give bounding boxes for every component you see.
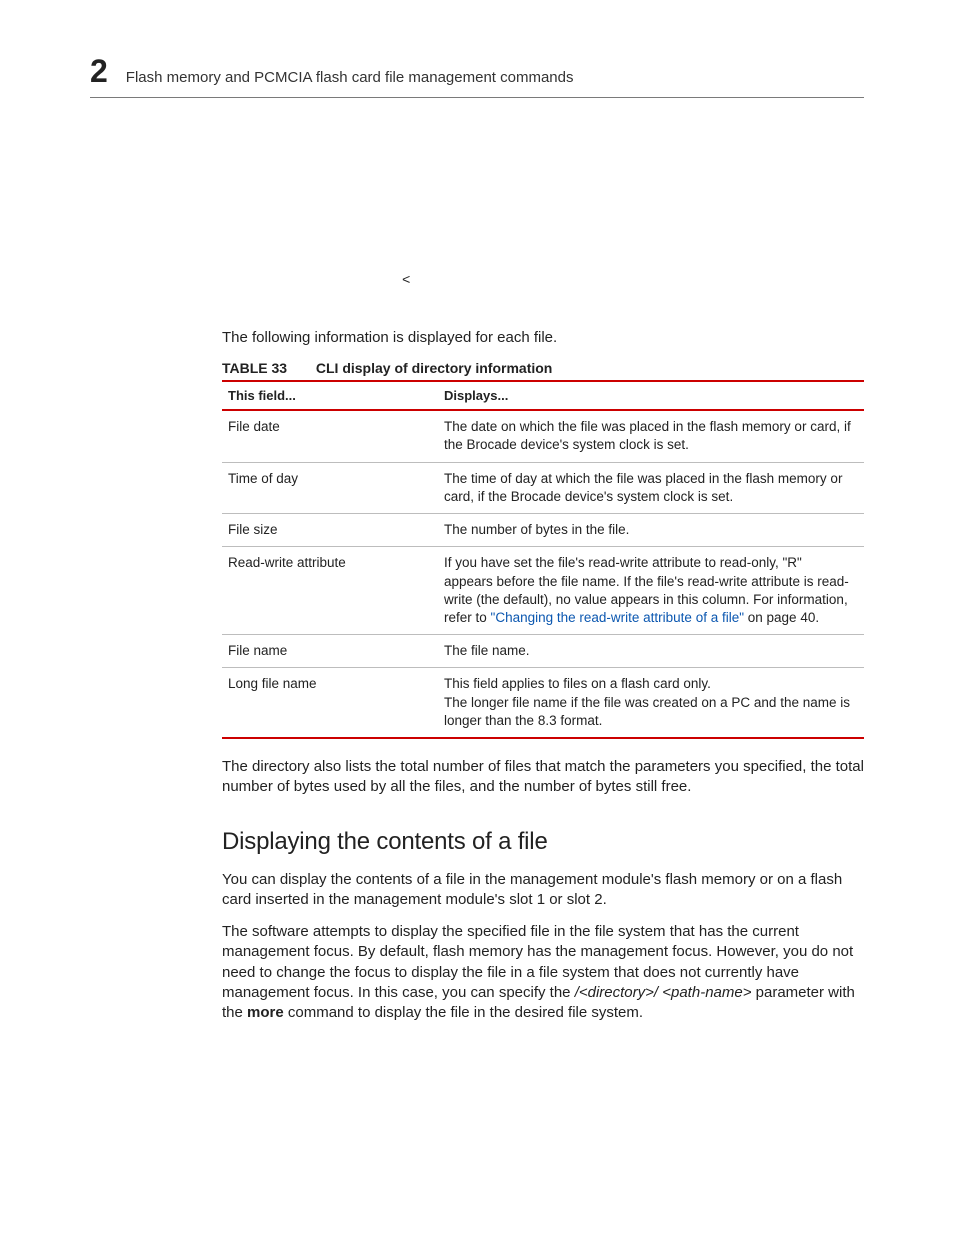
table-header-row: This field... Displays... [222,381,864,410]
field-desc: This field applies to files on a flash c… [438,668,864,738]
desc-line: The longer file name if the file was cre… [444,694,854,730]
table-row: File size The number of bytes in the fil… [222,514,864,547]
stray-char: < [402,273,410,289]
field-desc: If you have set the file's read-write at… [438,547,864,635]
table-33: This field... Displays... File date The … [222,380,864,739]
section-paragraph-2: The software attempts to display the spe… [222,922,864,1023]
chapter-title: Flash memory and PCMCIA flash card file … [126,69,574,86]
table-row: Long file name This field applies to fil… [222,668,864,738]
field-desc: The file name. [438,635,864,668]
desc-text: on page 40. [744,610,819,625]
page-header: 2 Flash memory and PCMCIA flash card fil… [90,55,864,98]
intro-paragraph: The following information is displayed f… [222,328,864,348]
field-name: Time of day [222,462,438,513]
page: 2 Flash memory and PCMCIA flash card fil… [0,0,954,1235]
table-title: CLI display of directory information [316,360,552,376]
code-output-area: < [222,98,864,328]
table-row: File name The file name. [222,635,864,668]
field-name: File date [222,410,438,462]
field-name: File size [222,514,438,547]
p2-post: command to display the file in the desir… [284,1004,643,1021]
cross-ref-link[interactable]: "Changing the read-write attribute of a … [491,610,744,625]
field-desc: The time of day at which the file was pl… [438,462,864,513]
field-desc: The number of bytes in the file. [438,514,864,547]
table-label: TABLE 33 [222,360,312,376]
field-desc: The date on which the file was placed in… [438,410,864,462]
p2-bold: more [247,1004,284,1021]
table-caption: TABLE 33 CLI display of directory inform… [222,360,864,376]
section-heading: Displaying the contents of a file [222,828,864,856]
field-name: Long file name [222,668,438,738]
table-head-displays: Displays... [438,381,864,410]
chapter-number: 2 [90,55,108,87]
table-row: Time of day The time of day at which the… [222,462,864,513]
p2-italic: /<directory>/ <path-name> [575,984,752,1001]
content-column: < The following information is displayed… [90,98,864,1023]
after-table-paragraph: The directory also lists the total numbe… [222,757,864,798]
desc-line: This field applies to files on a flash c… [444,675,854,693]
table-head-field: This field... [222,381,438,410]
section-paragraph-1: You can display the contents of a file i… [222,870,864,911]
field-name: Read-write attribute [222,547,438,635]
table-row: File date The date on which the file was… [222,410,864,462]
table-row: Read-write attribute If you have set the… [222,547,864,635]
field-name: File name [222,635,438,668]
